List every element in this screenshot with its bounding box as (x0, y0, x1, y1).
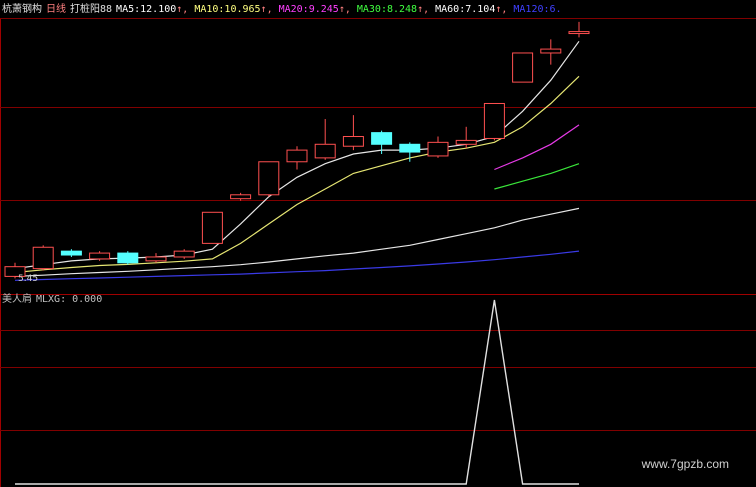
ma-legend-item: MA10: 10.965↑, (194, 3, 272, 17)
candle-down (60, 250, 82, 256)
ma-legend-item: MA120: 6. (513, 3, 561, 17)
candle-down (371, 132, 393, 145)
candle-up (568, 31, 590, 35)
ma-legend-value: 6. (549, 4, 562, 15)
ma-trend-arrow: ↑, (417, 4, 430, 15)
candle-up (540, 48, 562, 54)
mlxg-line (15, 299, 579, 485)
sub-panel-name: 美人肩 (2, 294, 32, 305)
candle-up (512, 52, 534, 83)
ma-legend-label: MA20: (278, 4, 309, 15)
candle-up (427, 141, 449, 157)
ma-legend-label: MA30: (356, 4, 387, 15)
ma-legend-value: 9.245 (308, 4, 339, 15)
ma-trend-arrow: ↑, (495, 4, 508, 15)
ma-trend-arrow: ↑, (260, 4, 273, 15)
ma-legend-value: 8.248 (386, 4, 418, 15)
ma-legend-item: MA5: 12.100↑, (116, 3, 188, 17)
ma-legend-label: MA10: (194, 4, 225, 15)
candle-up (230, 194, 252, 200)
ma-trend-arrow: ↑, (176, 4, 189, 15)
candle-up (342, 136, 364, 147)
ma-trend-arrow: ↑, (338, 4, 351, 15)
sub-indicator-readout: MLXG: 0.000 (36, 293, 102, 307)
ma-line-ma30 (494, 163, 580, 190)
candle-up (483, 102, 505, 139)
candle-up (286, 149, 308, 163)
ma-line-ma20 (494, 124, 580, 171)
ma-line-ma60 (14, 207, 580, 277)
sub-indicator-panel (15, 299, 579, 485)
watermark: www.7gpzb.com (641, 457, 729, 471)
ma-legend: MA5: 12.100↑, MA10: 10.965↑, MA20: 9.245↑,… (116, 3, 568, 17)
candle-up (32, 246, 54, 270)
ma-legend-value: 7.104 (465, 4, 496, 15)
sub-indicator-value: 0.000 (72, 294, 103, 305)
sub-indicator-label: MLXG: (36, 294, 73, 305)
indicator-name: 打桩阳88 (70, 4, 113, 15)
candle-up (89, 252, 111, 260)
ma-legend-item: MA60: 7.104↑, (435, 3, 507, 17)
ma-legend-value: 10.965 (224, 4, 261, 15)
ma-legend-label: MA60: (435, 4, 466, 15)
candlestick-series (4, 21, 590, 279)
stock-chart-canvas (0, 18, 756, 487)
price-grid (0, 18, 756, 487)
chart-header: 杭萧钢构 日线 打桩阳88 MA5: 12.100↑, MA10: 10.965↑… (2, 3, 568, 17)
candle-up (145, 256, 167, 262)
ma-legend-label: MA120: (513, 4, 550, 15)
candle-up (173, 250, 195, 258)
candle-down (399, 143, 421, 153)
candle-up (455, 139, 477, 145)
ma-legend-item: MA30: 8.248↑, (357, 3, 429, 17)
ma-legend-value: 12.100 (140, 4, 177, 15)
ma-legend-label: MA5: (116, 4, 141, 15)
candle-down (117, 252, 139, 264)
period-label: 日线 (46, 4, 66, 15)
candle-up (258, 161, 280, 196)
stock-name: 杭萧钢构 (2, 4, 42, 15)
candle-up (314, 143, 336, 159)
candle-up (201, 211, 223, 244)
sub-panel-header: 美人肩 MLXG: 0.000 (2, 293, 102, 307)
price-label: 5.45 (18, 274, 39, 284)
ma-legend-item: MA20: 9.245↑, (279, 3, 351, 17)
